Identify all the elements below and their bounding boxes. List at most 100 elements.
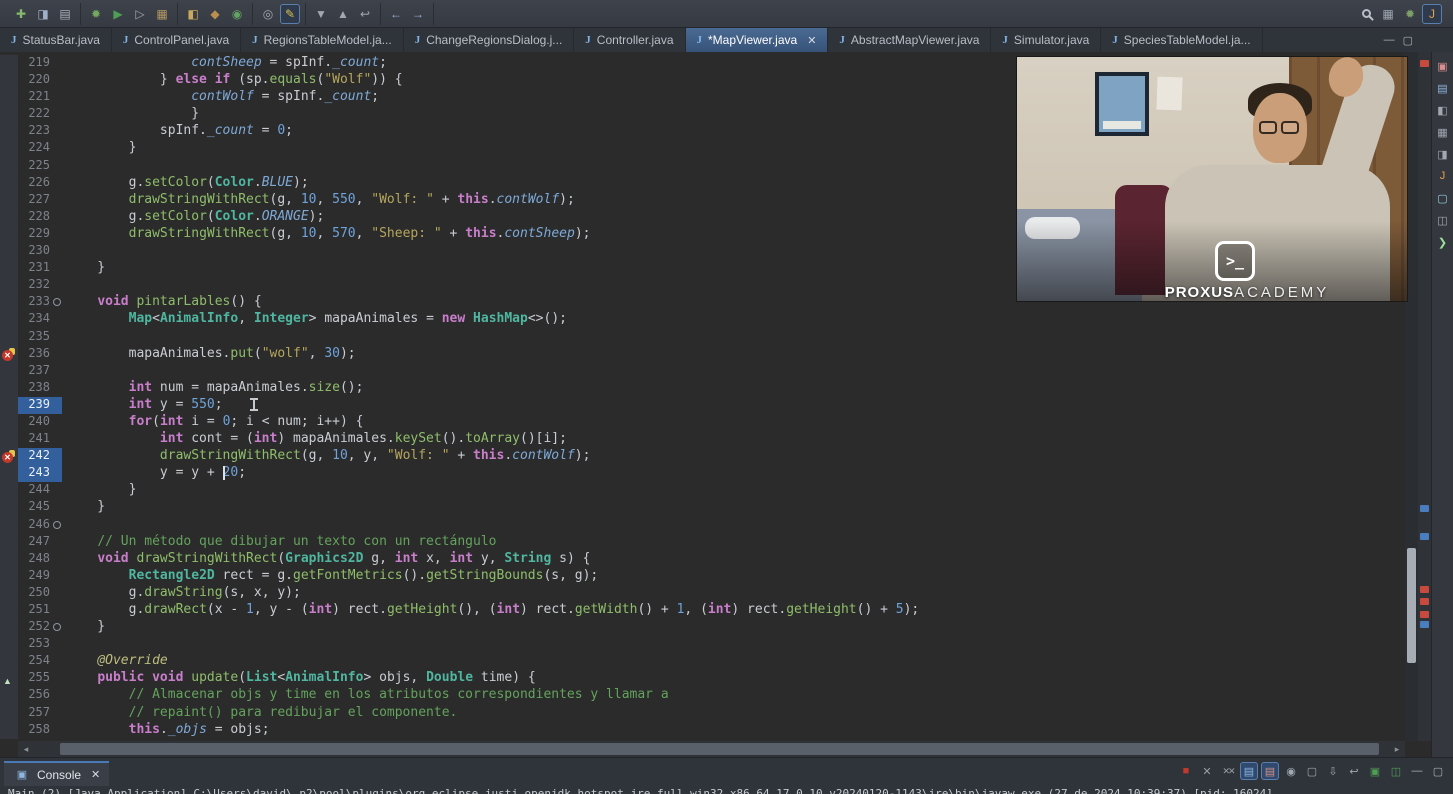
open-console-icon[interactable]: ▣ bbox=[1366, 762, 1384, 780]
fold-marker-icon[interactable] bbox=[53, 623, 61, 631]
next-annotation-icon[interactable]: ▼ bbox=[311, 4, 331, 24]
code-line-239[interactable]: 239 int y = 550; bbox=[0, 397, 1405, 414]
run-icon[interactable]: ▶ bbox=[108, 4, 128, 24]
debug-perspective-icon[interactable]: ✹ bbox=[1400, 4, 1420, 24]
open-perspective-icon[interactable]: ▦ bbox=[1378, 4, 1398, 24]
code-line-236[interactable]: ✕236 mapaAnimales.put("wolf", 30); bbox=[0, 346, 1405, 363]
minimize-panel-icon[interactable]: — bbox=[1408, 762, 1426, 780]
javadoc-view-icon[interactable]: ◨ bbox=[1435, 146, 1451, 162]
close-icon[interactable]: ✕ bbox=[91, 768, 100, 781]
close-icon[interactable]: ✕ bbox=[807, 34, 816, 47]
save-all-icon[interactable]: ◨ bbox=[33, 4, 53, 24]
remove-all-terminated-icon[interactable]: ✕✕ bbox=[1219, 762, 1237, 780]
code-line-235[interactable]: 235 bbox=[0, 329, 1405, 346]
code-line-234[interactable]: 234 Map<AnimalInfo, Integer> mapaAnimale… bbox=[0, 311, 1405, 328]
code-line-246[interactable]: 246 bbox=[0, 517, 1405, 534]
pin-console-icon[interactable]: ◉ bbox=[1282, 762, 1300, 780]
error-overview-marker[interactable] bbox=[1420, 611, 1429, 618]
horizontal-scrollbar[interactable]: ◂ ▸ bbox=[18, 741, 1405, 757]
external-tools-icon[interactable]: ▷ bbox=[130, 4, 150, 24]
back-icon[interactable]: ← bbox=[386, 4, 406, 24]
code-line-241[interactable]: 241 int cont = (int) mapaAnimales.keySet… bbox=[0, 431, 1405, 448]
info-overview-marker[interactable] bbox=[1420, 505, 1429, 512]
code-line-252[interactable]: 252 } bbox=[0, 619, 1405, 636]
code-line-249[interactable]: 249 Rectangle2D rect = g.getFontMetrics(… bbox=[0, 568, 1405, 585]
previous-annotation-icon[interactable]: ▲ bbox=[333, 4, 353, 24]
scroll-right-icon[interactable]: ▸ bbox=[1389, 744, 1405, 755]
terminate-icon[interactable]: ■ bbox=[1177, 762, 1195, 780]
code-line-244[interactable]: 244 } bbox=[0, 482, 1405, 499]
tasks-view-icon[interactable]: ◫ bbox=[1435, 212, 1451, 228]
code-line-251[interactable]: 251 g.drawRect(x - 1, y - (int) rect.get… bbox=[0, 602, 1405, 619]
tab-console[interactable]: ▣ Console ✕ bbox=[4, 761, 109, 786]
info-overview-marker[interactable] bbox=[1420, 533, 1429, 540]
clear-console-icon[interactable]: ▢ bbox=[1303, 762, 1321, 780]
show-console-stderr-icon[interactable]: ▤ bbox=[1261, 762, 1279, 780]
error-overview-marker[interactable] bbox=[1420, 586, 1429, 593]
error-marker-icon[interactable]: ✕ bbox=[2, 450, 15, 463]
scroll-left-icon[interactable]: ◂ bbox=[18, 744, 34, 755]
tab-regionstablemodel-ja-[interactable]: JRegionsTableModel.ja... bbox=[241, 28, 404, 52]
new-package-icon[interactable]: ◆ bbox=[205, 4, 225, 24]
error-overview-marker[interactable] bbox=[1420, 60, 1429, 67]
vertical-scrollbar-thumb[interactable] bbox=[1407, 548, 1416, 663]
code-line-247[interactable]: 247 // Un método que dibujar un texto co… bbox=[0, 534, 1405, 551]
maximize-panel-icon[interactable]: ▢ bbox=[1429, 762, 1447, 780]
print-icon[interactable]: ▤ bbox=[55, 4, 75, 24]
tab-simulator-java[interactable]: JSimulator.java bbox=[991, 28, 1101, 52]
code-line-254[interactable]: 254 @Override bbox=[0, 653, 1405, 670]
code-line-258[interactable]: 258 this._objs = objs; bbox=[0, 722, 1405, 739]
show-console-stdout-icon[interactable]: ▤ bbox=[1240, 762, 1258, 780]
tab-speciestablemodel-ja-[interactable]: JSpeciesTableModel.ja... bbox=[1101, 28, 1262, 52]
scroll-lock-icon[interactable]: ⇩ bbox=[1324, 762, 1342, 780]
search-view-icon[interactable]: ▤ bbox=[1435, 80, 1451, 96]
word-wrap-icon[interactable]: ↩ bbox=[1345, 762, 1363, 780]
info-overview-marker[interactable] bbox=[1420, 621, 1429, 628]
console-view-icon[interactable]: ▢ bbox=[1435, 190, 1451, 206]
forward-icon[interactable]: → bbox=[408, 4, 428, 24]
new-java-project-icon[interactable]: ◧ bbox=[183, 4, 203, 24]
coverage-view-icon[interactable]: ▣ bbox=[1435, 58, 1451, 74]
code-line-240[interactable]: 240 for(int i = 0; i < num; i++) { bbox=[0, 414, 1405, 431]
maximize-icon[interactable]: ▢ bbox=[1403, 34, 1413, 47]
tab-abstractmapviewer-java[interactable]: JAbstractMapViewer.java bbox=[828, 28, 991, 52]
terminal-view-icon[interactable]: ❯ bbox=[1435, 234, 1451, 250]
tab--mapviewer-java[interactable]: J*MapViewer.java✕ bbox=[686, 28, 829, 52]
last-edit-location-icon[interactable]: ↩ bbox=[355, 4, 375, 24]
horizontal-scrollbar-thumb[interactable] bbox=[60, 743, 1379, 755]
code-line-256[interactable]: 256 // Almacenar objs y time en los atri… bbox=[0, 687, 1405, 704]
minimize-icon[interactable]: — bbox=[1384, 34, 1395, 46]
coverage-icon[interactable]: ▦ bbox=[152, 4, 172, 24]
tab-changeregionsdialog-j-[interactable]: JChangeRegionsDialog.j... bbox=[404, 28, 575, 52]
debug-icon[interactable]: ✹ bbox=[86, 4, 106, 24]
remove-launch-icon[interactable]: ✕ bbox=[1198, 762, 1216, 780]
open-type-icon[interactable]: ◎ bbox=[258, 4, 278, 24]
code-line-248[interactable]: 248 void drawStringWithRect(Graphics2D g… bbox=[0, 551, 1405, 568]
new-wizard-icon[interactable]: ✚ bbox=[11, 4, 31, 24]
fold-marker-icon[interactable] bbox=[53, 298, 61, 306]
tab-statusbar-java[interactable]: JStatusBar.java bbox=[0, 28, 112, 52]
new-class-icon[interactable]: ◉ bbox=[227, 4, 247, 24]
code-line-250[interactable]: 250 g.drawString(s, x, y); bbox=[0, 585, 1405, 602]
code-line-238[interactable]: 238 int num = mapaAnimales.size(); bbox=[0, 380, 1405, 397]
code-line-245[interactable]: 245 } bbox=[0, 499, 1405, 516]
error-marker-icon[interactable]: ✕ bbox=[2, 348, 15, 361]
code-line-243[interactable]: 243 y = y + 20; bbox=[0, 465, 1405, 482]
code-line-253[interactable]: 253 bbox=[0, 636, 1405, 653]
search-icon[interactable] bbox=[1356, 4, 1376, 24]
outline-view-icon[interactable]: ▦ bbox=[1435, 124, 1451, 140]
code-line-242[interactable]: ✕242 drawStringWithRect(g, 10, y, "Wolf:… bbox=[0, 448, 1405, 465]
new-console-view-icon[interactable]: ◫ bbox=[1387, 762, 1405, 780]
java-browsing-view-icon[interactable]: J bbox=[1435, 168, 1451, 184]
mark-occurrences-icon[interactable]: ✎ bbox=[280, 4, 300, 24]
code-line-257[interactable]: 257 // repaint() para redibujar el compo… bbox=[0, 705, 1405, 722]
java-perspective-icon[interactable]: J bbox=[1422, 4, 1442, 24]
overview-ruler[interactable] bbox=[1418, 52, 1431, 741]
fold-marker-icon[interactable] bbox=[53, 521, 61, 529]
code-line-255[interactable]: ▲255 public void update(List<AnimalInfo>… bbox=[0, 670, 1405, 687]
tab-controller-java[interactable]: JController.java bbox=[574, 28, 685, 52]
code-line-237[interactable]: 237 bbox=[0, 363, 1405, 380]
error-overview-marker[interactable] bbox=[1420, 598, 1429, 605]
tab-controlpanel-java[interactable]: JControlPanel.java bbox=[112, 28, 241, 52]
project-explorer-view-icon[interactable]: ◧ bbox=[1435, 102, 1451, 118]
